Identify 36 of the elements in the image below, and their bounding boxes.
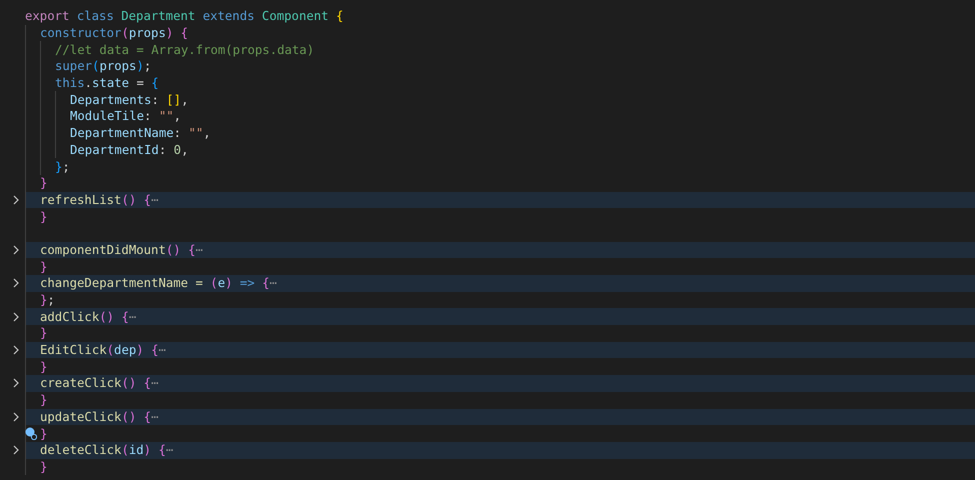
code-line: super(props);: [55, 58, 152, 74]
code-line: refreshList() {⋯: [40, 192, 158, 208]
chevron-icon[interactable]: [13, 445, 20, 456]
code-line: //let data = Array.from(props.data): [55, 42, 314, 58]
code-line: }: [40, 458, 48, 475]
lightbulb-icon[interactable]: [25, 427, 37, 440]
code-line: DepartmentId: 0,: [70, 142, 188, 158]
code-line: componentDidMount() {⋯: [40, 242, 203, 258]
code-line: this.state = {: [55, 75, 159, 92]
chevron-icon[interactable]: [13, 278, 20, 288]
code-line: constructor(props) {: [40, 25, 188, 42]
code-line: }: [40, 208, 48, 225]
code-line: }: [40, 426, 48, 442]
code-line: export class Department extends Component {: [25, 8, 344, 24]
code-line: }: [40, 358, 48, 375]
code-line: changeDepartmentName = (e) => {⋯: [40, 275, 277, 292]
chevron-icon[interactable]: [13, 244, 20, 255]
code-line: updateClick() {⋯: [40, 408, 158, 425]
code-line: };: [55, 158, 70, 175]
code-line: addClick() {⋯: [40, 308, 136, 325]
code-line: }: [40, 392, 48, 408]
chevron-icon[interactable]: [13, 312, 20, 322]
code-line: DepartmentName: "",: [70, 125, 211, 142]
chevron-icon[interactable]: [13, 412, 20, 422]
code-line: createClick() {⋯: [40, 375, 158, 392]
chevron-icon[interactable]: [13, 194, 20, 205]
code-line: };: [40, 292, 55, 308]
code-line: ModuleTile: "",: [70, 108, 182, 124]
chevron-icon[interactable]: [13, 378, 20, 388]
code-line: }: [40, 325, 48, 342]
code-line: }: [40, 175, 48, 192]
code-line: deleteClick(id) {⋯: [40, 442, 174, 458]
code-line: EditClick(dep) {⋯: [40, 342, 166, 358]
code-line: }: [40, 258, 48, 275]
chevron-icon[interactable]: [13, 345, 20, 356]
code-line: Departments: [],: [70, 92, 188, 108]
